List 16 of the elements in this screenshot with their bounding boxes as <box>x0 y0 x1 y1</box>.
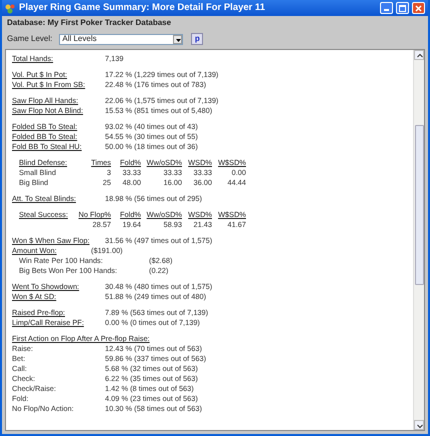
maximize-icon <box>399 4 406 12</box>
app-icon <box>5 2 16 14</box>
database-label: Database: My First Poker Tracker Database <box>7 16 172 28</box>
close-button[interactable] <box>412 2 425 14</box>
minimize-icon <box>384 9 389 11</box>
minimize-button[interactable] <box>380 2 393 14</box>
window-title: Player Ring Game Summary: More Detail For Player 11 <box>19 0 266 15</box>
close-icon <box>415 4 422 12</box>
p-button[interactable]: p <box>191 33 204 45</box>
scroll-thumb[interactable] <box>414 125 424 285</box>
scroll-up-icon[interactable] <box>414 50 424 60</box>
scroll-down-icon[interactable] <box>414 420 424 430</box>
maximize-button[interactable] <box>396 2 409 14</box>
game-level-label: Game Level: <box>7 33 52 45</box>
game-level-dropdown[interactable]: All Levels <box>59 34 184 44</box>
scrollbar[interactable] <box>413 50 424 430</box>
